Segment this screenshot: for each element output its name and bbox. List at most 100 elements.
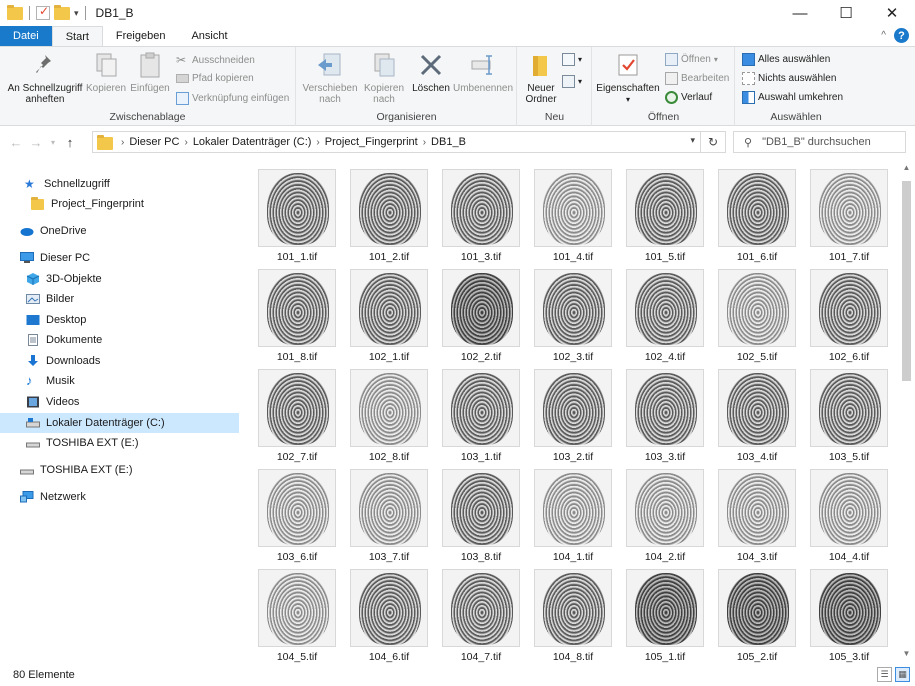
nav-item-local-disk[interactable]: Lokaler Datenträger (C:) <box>0 413 239 433</box>
scroll-down-icon[interactable]: ▼ <box>900 649 913 663</box>
new-folder-icon[interactable] <box>54 4 70 20</box>
nav-item-onedrive[interactable]: OneDrive <box>0 221 239 241</box>
breadcrumb-separator-icon[interactable]: › <box>316 137 319 148</box>
rename-button[interactable]: Umbenennen <box>453 51 513 94</box>
up-arrow-icon[interactable]: ↑ <box>60 135 80 150</box>
breadcrumb-project-fingerprint[interactable]: Project_Fingerprint <box>325 136 418 148</box>
tab-share[interactable]: Freigeben <box>103 26 179 46</box>
file-tile[interactable]: 101_1.tif <box>251 163 343 263</box>
address-dropdown-icon[interactable]: ▾ <box>690 135 695 146</box>
new-folder-button[interactable]: Neuer Ordner <box>522 51 560 105</box>
file-tile[interactable]: 101_2.tif <box>343 163 435 263</box>
nav-item-quick-access[interactable]: ★ Schnellzugriff <box>0 174 239 194</box>
file-tile[interactable]: 105_1.tif <box>619 563 711 663</box>
breadcrumb-local-disk[interactable]: Lokaler Datenträger (C:) <box>193 136 312 148</box>
file-tile[interactable]: 101_3.tif <box>435 163 527 263</box>
select-none-button[interactable]: Nichts auswählen <box>742 72 836 85</box>
copy-button[interactable]: Kopieren <box>86 51 126 94</box>
nav-item-toshiba-ext[interactable]: TOSHIBA EXT (E:) <box>0 433 239 453</box>
breadcrumb-separator-icon[interactable]: › <box>423 137 426 148</box>
file-tile[interactable]: 104_5.tif <box>251 563 343 663</box>
collapse-ribbon-icon[interactable]: ^ <box>881 30 886 41</box>
properties-button[interactable]: Eigenschaften ▾ <box>595 51 661 105</box>
help-icon[interactable]: ? <box>894 28 909 43</box>
history-button[interactable]: Verlauf <box>665 91 712 104</box>
address-bar[interactable]: › Dieser PC › Lokaler Datenträger (C:) ›… <box>92 131 726 153</box>
file-tile[interactable]: 102_3.tif <box>527 263 619 363</box>
back-arrow-icon[interactable]: ← <box>6 135 26 150</box>
close-button[interactable]: ✕ <box>869 0 915 26</box>
details-view-icon[interactable]: ☰ <box>877 667 892 682</box>
delete-button[interactable]: Löschen <box>411 51 451 94</box>
customize-toolbar-icon[interactable]: ▾ <box>74 8 79 19</box>
edit-button[interactable]: Bearbeiten <box>665 72 729 85</box>
file-tile[interactable]: 101_6.tif <box>711 163 803 263</box>
breadcrumb-separator-icon[interactable]: › <box>121 137 124 148</box>
breadcrumb-this-pc[interactable]: Dieser PC <box>129 136 179 148</box>
vertical-scrollbar[interactable]: ▲ ▼ <box>900 163 913 663</box>
search-box[interactable]: ⚲ "DB1_B" durchsuchen <box>733 131 906 153</box>
breadcrumb-separator-icon[interactable]: › <box>184 137 187 148</box>
maximize-button[interactable]: ☐ <box>823 0 869 26</box>
file-tile[interactable]: 104_8.tif <box>527 563 619 663</box>
file-tile[interactable]: 102_8.tif <box>343 363 435 463</box>
tab-start[interactable]: Start <box>51 26 103 46</box>
pin-quick-access-button[interactable]: An Schnellzugriff anheften <box>6 51 84 105</box>
open-button[interactable]: Öffnen ▾ <box>665 53 718 66</box>
nav-item-desktop[interactable]: Desktop <box>0 310 239 330</box>
file-tile[interactable]: 102_1.tif <box>343 263 435 363</box>
scroll-up-icon[interactable]: ▲ <box>900 163 913 177</box>
nav-item-documents[interactable]: Dokumente <box>0 330 239 350</box>
file-tile[interactable]: 101_7.tif <box>803 163 895 263</box>
large-icons-view-icon[interactable]: ▦ <box>895 667 910 682</box>
paste-button[interactable]: Einfügen <box>128 51 172 94</box>
file-tile[interactable]: 101_5.tif <box>619 163 711 263</box>
file-tile[interactable]: 105_2.tif <box>711 563 803 663</box>
move-to-button[interactable]: Verschieben nach <box>302 51 358 105</box>
file-tile[interactable]: 102_6.tif <box>803 263 895 363</box>
breadcrumb-db1-b[interactable]: DB1_B <box>431 136 466 148</box>
file-tile[interactable]: 102_5.tif <box>711 263 803 363</box>
copy-to-button[interactable]: Kopieren nach <box>359 51 409 105</box>
select-all-button[interactable]: Alles auswählen <box>742 53 830 66</box>
file-tile[interactable]: 103_6.tif <box>251 463 343 563</box>
file-tile[interactable]: 105_3.tif <box>803 563 895 663</box>
file-tile[interactable]: 103_3.tif <box>619 363 711 463</box>
new-item-button[interactable]: ▾ <box>562 53 582 66</box>
minimize-button[interactable]: — <box>777 0 823 26</box>
file-tile[interactable]: 101_8.tif <box>251 263 343 363</box>
file-tile[interactable]: 104_3.tif <box>711 463 803 563</box>
file-tile[interactable]: 103_8.tif <box>435 463 527 563</box>
properties-check-icon[interactable] <box>36 4 50 20</box>
copy-path-button[interactable]: Pfad kopieren <box>176 73 254 84</box>
invert-selection-button[interactable]: Auswahl umkehren <box>742 91 843 104</box>
nav-item-this-pc[interactable]: Dieser PC <box>0 248 239 268</box>
nav-item-network[interactable]: Netzwerk <box>0 487 239 507</box>
file-tile[interactable]: 104_7.tif <box>435 563 527 663</box>
nav-item-downloads[interactable]: Downloads <box>0 351 239 371</box>
file-tile[interactable]: 103_1.tif <box>435 363 527 463</box>
easy-access-button[interactable]: ▾ <box>562 75 582 88</box>
refresh-icon[interactable]: ↻ <box>700 131 726 153</box>
file-tile[interactable]: 104_2.tif <box>619 463 711 563</box>
folder-icon[interactable] <box>7 4 23 20</box>
file-tile[interactable]: 104_6.tif <box>343 563 435 663</box>
file-tile[interactable]: 104_4.tif <box>803 463 895 563</box>
file-tile[interactable]: 104_1.tif <box>527 463 619 563</box>
nav-item-3d-objects[interactable]: 3D-Objekte <box>0 269 239 289</box>
file-tile[interactable]: 103_4.tif <box>711 363 803 463</box>
tab-view[interactable]: Ansicht <box>178 26 240 46</box>
nav-item-music[interactable]: ♪ Musik <box>0 371 239 391</box>
file-tile[interactable]: 103_2.tif <box>527 363 619 463</box>
file-tile[interactable]: 103_5.tif <box>803 363 895 463</box>
file-tile[interactable]: 102_2.tif <box>435 263 527 363</box>
recent-locations-icon[interactable]: ▾ <box>46 138 60 147</box>
file-tile[interactable]: 102_7.tif <box>251 363 343 463</box>
file-tile[interactable]: 101_4.tif <box>527 163 619 263</box>
nav-item-videos[interactable]: Videos <box>0 392 239 412</box>
tab-file[interactable]: Datei <box>0 26 52 46</box>
forward-arrow-icon[interactable]: → <box>26 135 46 150</box>
nav-item-project-fingerprint[interactable]: Project_Fingerprint <box>0 194 239 214</box>
file-tile[interactable]: 103_7.tif <box>343 463 435 563</box>
cut-button[interactable]: ✂ Ausschneiden <box>176 54 255 67</box>
